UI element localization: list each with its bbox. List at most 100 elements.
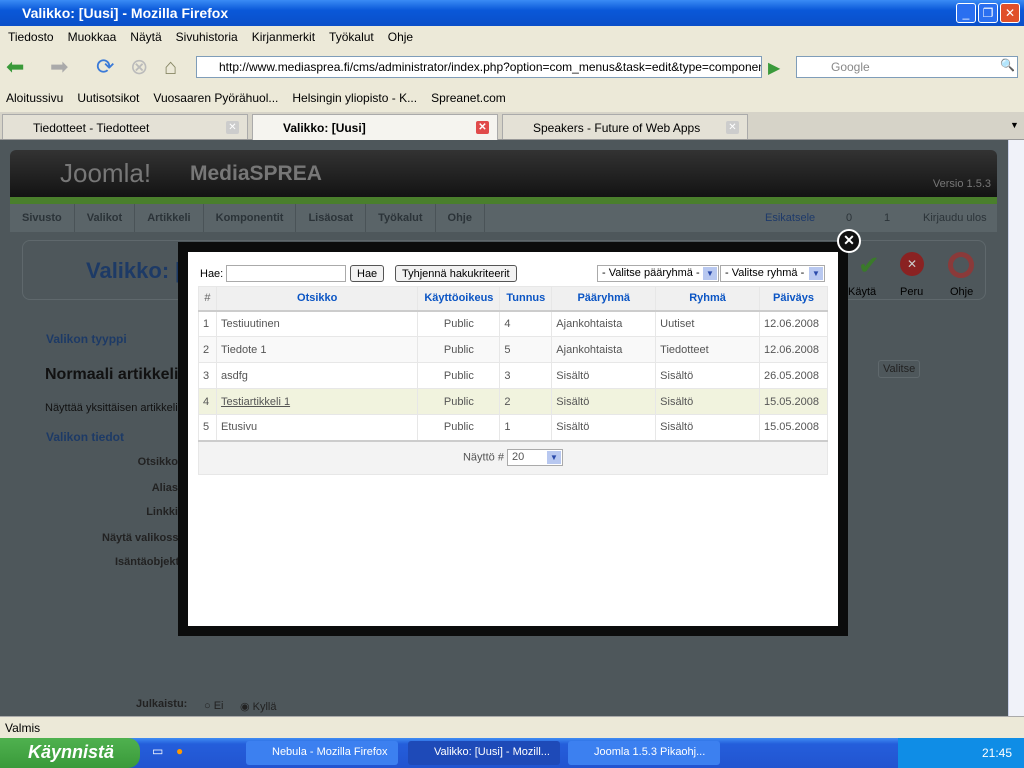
close-window-button[interactable]: ✕ xyxy=(1000,3,1020,23)
table-cell: Sisältö xyxy=(551,388,657,415)
maximize-button[interactable]: ❐ xyxy=(978,3,998,23)
tab-label: Valikko: [Uusi] xyxy=(283,121,366,135)
show-desktop-icon[interactable]: ▭ xyxy=(152,744,163,758)
go-icon[interactable]: ▶ xyxy=(768,58,780,78)
preview-link[interactable]: Esikatsele xyxy=(765,212,815,224)
col-header[interactable]: Käyttöoikeus xyxy=(417,286,501,312)
select-button[interactable]: Valitse xyxy=(878,360,921,378)
bookmarks-bar: Aloitussivu Uutisotsikot Vuosaaren Pyörähu… xyxy=(0,88,1024,110)
window-title: Valikko: [Uusi] - Mozilla Firefox xyxy=(22,5,229,21)
version-text: Versio 1.5.3 xyxy=(932,178,991,190)
search-button[interactable]: Hae xyxy=(350,265,385,282)
table-cell[interactable]: Tiedote 1 xyxy=(215,336,419,363)
menu-edit[interactable]: Muokkaa xyxy=(68,30,117,44)
published-no-radio[interactable]: ○ Ei xyxy=(204,700,223,712)
reload-icon[interactable]: ⟳ xyxy=(96,54,114,80)
table-cell[interactable]: asdfg xyxy=(215,362,419,389)
filter-search-input[interactable] xyxy=(226,265,346,282)
table-row: 3 asdfg Public 3 Sisältö Sisältö 26.05.2008 xyxy=(198,362,829,389)
table-cell[interactable]: Etusivu xyxy=(215,414,419,441)
menu-help[interactable]: Ohje xyxy=(388,30,413,44)
col-header[interactable]: Otsikko xyxy=(215,286,419,312)
taskbar-item[interactable]: Valikko: [Uusi] - Mozill... xyxy=(408,741,560,765)
home-icon[interactable]: ⌂ xyxy=(164,54,177,80)
table-cell: Sisältö xyxy=(655,388,760,415)
menu-file[interactable]: Tiedosto xyxy=(8,30,54,44)
table-cell: 1 xyxy=(499,414,553,441)
admin-menu-item[interactable]: Lisäosat xyxy=(296,204,367,232)
tab-speakers[interactable]: Speakers - Future of Web Apps ✕ xyxy=(502,114,748,139)
start-button[interactable]: Käynnistä xyxy=(0,738,140,768)
menu-bookmarks[interactable]: Kirjanmerkit xyxy=(252,30,315,44)
admin-menu-item[interactable]: Komponentit xyxy=(204,204,297,232)
menu-history[interactable]: Sivuhistoria xyxy=(176,30,238,44)
bookmark-item[interactable]: Spreanet.com xyxy=(431,91,506,105)
admin-menu-item[interactable]: Työkalut xyxy=(366,204,436,232)
bookmark-item[interactable]: Uutisotsikot xyxy=(77,91,139,105)
menu-tools[interactable]: Työkalut xyxy=(329,30,374,44)
table-row: 2 Tiedote 1 Public 5 Ajankohtaista Tiedotteet… xyxy=(198,336,829,363)
status-bar: Valmis xyxy=(0,716,1024,738)
close-tab-icon[interactable]: ✕ xyxy=(226,121,239,134)
admin-menu-item[interactable]: Valikot xyxy=(75,204,136,232)
category-select[interactable]: - Valitse ryhmä - ▼ xyxy=(720,265,825,282)
modal-body: Hae: Hae Tyhjennä hakukriteerit - Valits… xyxy=(188,252,838,626)
logout-link[interactable]: Kirjaudu ulos xyxy=(923,212,987,224)
search-icon[interactable]: 🔍 xyxy=(1000,58,1015,72)
admin-menu-item[interactable]: Sivusto xyxy=(10,204,75,232)
tab-tiedotteet[interactable]: Tiedotteet - Tiedotteet ✕ xyxy=(2,114,248,139)
url-bar[interactable]: http://www.mediasprea.fi/cms/administrat… xyxy=(196,56,762,78)
bookmark-item[interactable]: Aloitussivu xyxy=(6,91,63,105)
table-cell: Sisältö xyxy=(655,362,760,389)
articles-table: # Otsikko Käyttöoikeus Tunnus Pääryhmä R… xyxy=(198,286,829,475)
table-cell: 3 xyxy=(499,362,553,389)
published-yes-radio[interactable]: ◉ Kyllä xyxy=(240,700,277,713)
taskbar-item[interactable]: Joomla 1.5.3 Pikaohj... xyxy=(568,741,720,765)
table-cell: 12.06.2008 xyxy=(758,336,829,363)
bookmark-item[interactable]: Vuosaaren Pyörähuol... xyxy=(153,91,278,105)
table-cell[interactable]: Testiartikkeli 1 xyxy=(215,388,419,415)
window-titlebar: Valikko: [Uusi] - Mozilla Firefox xyxy=(0,0,1024,26)
admin-menu-item[interactable]: Artikkeli xyxy=(135,204,204,232)
section-select[interactable]: - Valitse pääryhmä - ▼ xyxy=(597,265,719,282)
tab-valikko[interactable]: Valikko: [Uusi] ✕ xyxy=(252,114,498,141)
table-cell[interactable]: Testiuutinen xyxy=(215,310,419,337)
cancel-button[interactable]: Peru xyxy=(900,286,923,298)
menu-view[interactable]: Näytä xyxy=(130,30,161,44)
table-row: 4 Testiartikkeli 1 Public 2 Sisältö Sisältö 15… xyxy=(198,388,829,415)
close-modal-icon[interactable]: ✕ xyxy=(837,229,861,253)
table-cell: 4 xyxy=(198,388,217,415)
apply-button[interactable]: Käytä xyxy=(848,286,876,298)
table-cell: Public xyxy=(417,310,501,337)
table-row: 5 Etusivu Public 1 Sisältö Sisältö 15.05.2008 xyxy=(198,414,829,441)
joomla-header: Joomla! MediaSPREA Versio 1.5.3 xyxy=(10,150,997,200)
tab-label: Tiedotteet - Tiedotteet xyxy=(33,121,150,135)
firefox-quicklaunch-icon[interactable]: ● xyxy=(176,744,183,758)
table-cell: Public xyxy=(417,336,501,363)
col-header[interactable]: Tunnus xyxy=(499,286,553,312)
close-tab-icon[interactable]: ✕ xyxy=(726,121,739,134)
status-text: Valmis xyxy=(5,721,41,735)
clock: 21:45 xyxy=(982,746,1013,760)
bookmark-item[interactable]: Helsingin yliopisto - K... xyxy=(292,91,417,105)
col-header[interactable]: Pääryhmä xyxy=(551,286,657,312)
search-input[interactable]: Google xyxy=(796,56,1018,78)
vertical-scrollbar[interactable] xyxy=(1008,140,1024,716)
stop-icon[interactable]: ⊗ xyxy=(130,54,148,80)
col-header[interactable]: Päiväys xyxy=(758,286,829,312)
reset-button[interactable]: Tyhjennä hakukriteerit xyxy=(395,265,517,282)
type-description: Näyttää yksittäisen artikkelin xyxy=(45,402,184,414)
help-button[interactable]: Ohje xyxy=(950,286,973,298)
minimize-button[interactable]: _ xyxy=(956,3,976,23)
tab-list-icon[interactable]: ▼ xyxy=(1010,120,1019,130)
field-label: Linkki xyxy=(146,506,178,518)
close-tab-icon[interactable]: ✕ xyxy=(476,121,489,134)
select-value: 20 xyxy=(512,451,525,464)
admin-menu-item[interactable]: Ohje xyxy=(436,204,485,232)
col-header[interactable]: Ryhmä xyxy=(655,286,760,312)
display-limit-select[interactable]: 20 ▼ xyxy=(507,449,564,467)
taskbar-item[interactable]: Nebula - Mozilla Firefox xyxy=(246,741,398,765)
back-icon[interactable]: ⬅ xyxy=(6,54,24,80)
forward-icon[interactable]: ➡ xyxy=(50,54,68,80)
check-icon: ✔ xyxy=(858,250,880,280)
